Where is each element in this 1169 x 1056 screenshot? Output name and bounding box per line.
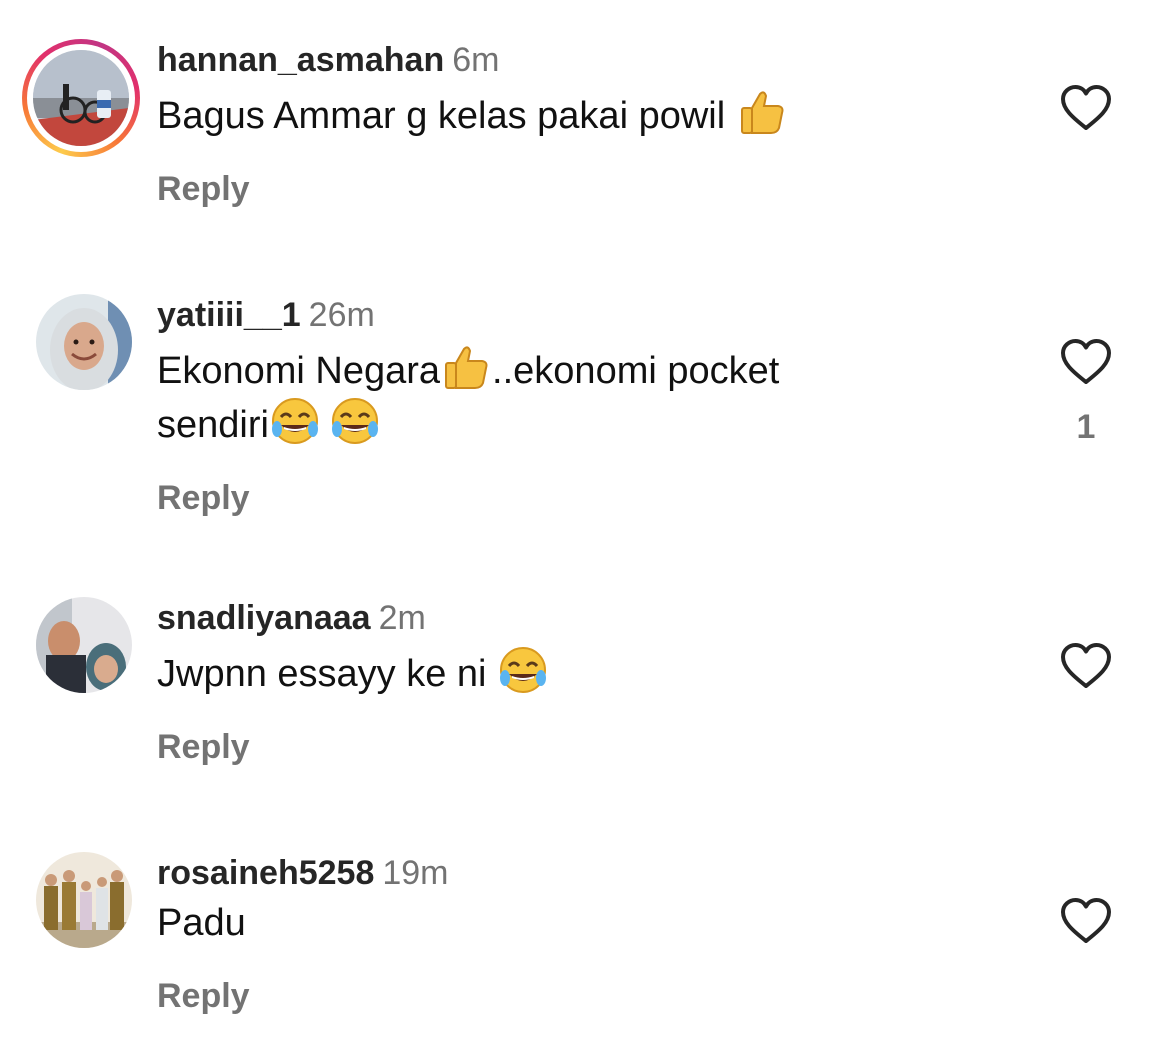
- comment-text: Jwpnn essayy ke ni: [157, 644, 1017, 698]
- like-area: 1: [1058, 338, 1114, 447]
- comment-text: Ekonomi Negara ..ekonomi pocket sendiri: [157, 341, 1017, 449]
- comment-meta: rosaineh5258 19m: [157, 853, 1017, 893]
- username[interactable]: yatiiii__1: [157, 296, 301, 334]
- face-with-tears-of-joy-emoji-icon: [497, 644, 549, 696]
- username[interactable]: hannan_asmahan: [157, 41, 444, 79]
- comment-text-part: Ekonomi Negara: [157, 350, 441, 392]
- username[interactable]: rosaineh5258: [157, 854, 374, 892]
- avatar[interactable]: [36, 294, 132, 390]
- comment-text-part: ..ekonomi pocket: [492, 350, 780, 392]
- face-with-tears-of-joy-emoji-icon: [329, 395, 381, 447]
- avatar[interactable]: [27, 44, 135, 152]
- timestamp: 26m: [308, 296, 375, 334]
- heart-icon[interactable]: [1060, 897, 1112, 945]
- thumbs-up-emoji-icon: [736, 86, 788, 138]
- comment-text-part: Bagus Ammar g kelas pakai powil: [157, 95, 736, 137]
- reply-button[interactable]: Reply: [157, 479, 250, 518]
- like-area: [1058, 84, 1114, 132]
- face-with-tears-of-joy-emoji-icon: [269, 395, 321, 447]
- username[interactable]: snadliyanaaa: [157, 599, 371, 637]
- avatar[interactable]: [36, 597, 132, 693]
- comment-text-part: sendiri: [157, 404, 269, 446]
- timestamp: 2m: [378, 599, 426, 637]
- like-count: 1: [1076, 408, 1096, 446]
- comment-text: Bagus Ammar g kelas pakai powil: [157, 86, 1017, 140]
- comment-text-part: Jwpnn essayy ke ni: [157, 653, 498, 695]
- heart-icon[interactable]: [1060, 84, 1112, 132]
- like-area: [1058, 897, 1114, 945]
- comment-meta: yatiiii__1 26m: [157, 295, 1017, 335]
- avatar[interactable]: [36, 852, 132, 948]
- like-area: [1058, 642, 1114, 690]
- reply-button[interactable]: Reply: [157, 170, 250, 209]
- reply-button[interactable]: Reply: [157, 728, 250, 767]
- avatar-story-ring[interactable]: [22, 39, 140, 157]
- heart-icon[interactable]: [1060, 642, 1112, 690]
- heart-icon[interactable]: [1060, 338, 1112, 386]
- reply-button[interactable]: Reply: [157, 977, 250, 1016]
- comment-meta: hannan_asmahan 6m: [157, 40, 1017, 80]
- thumbs-up-emoji-icon: [440, 341, 492, 393]
- comment-meta: snadliyanaaa 2m: [157, 598, 1017, 638]
- timestamp: 6m: [452, 41, 500, 79]
- timestamp: 19m: [382, 854, 449, 892]
- comment-text-part: Padu: [157, 902, 246, 944]
- comment-text: Padu: [157, 899, 1017, 947]
